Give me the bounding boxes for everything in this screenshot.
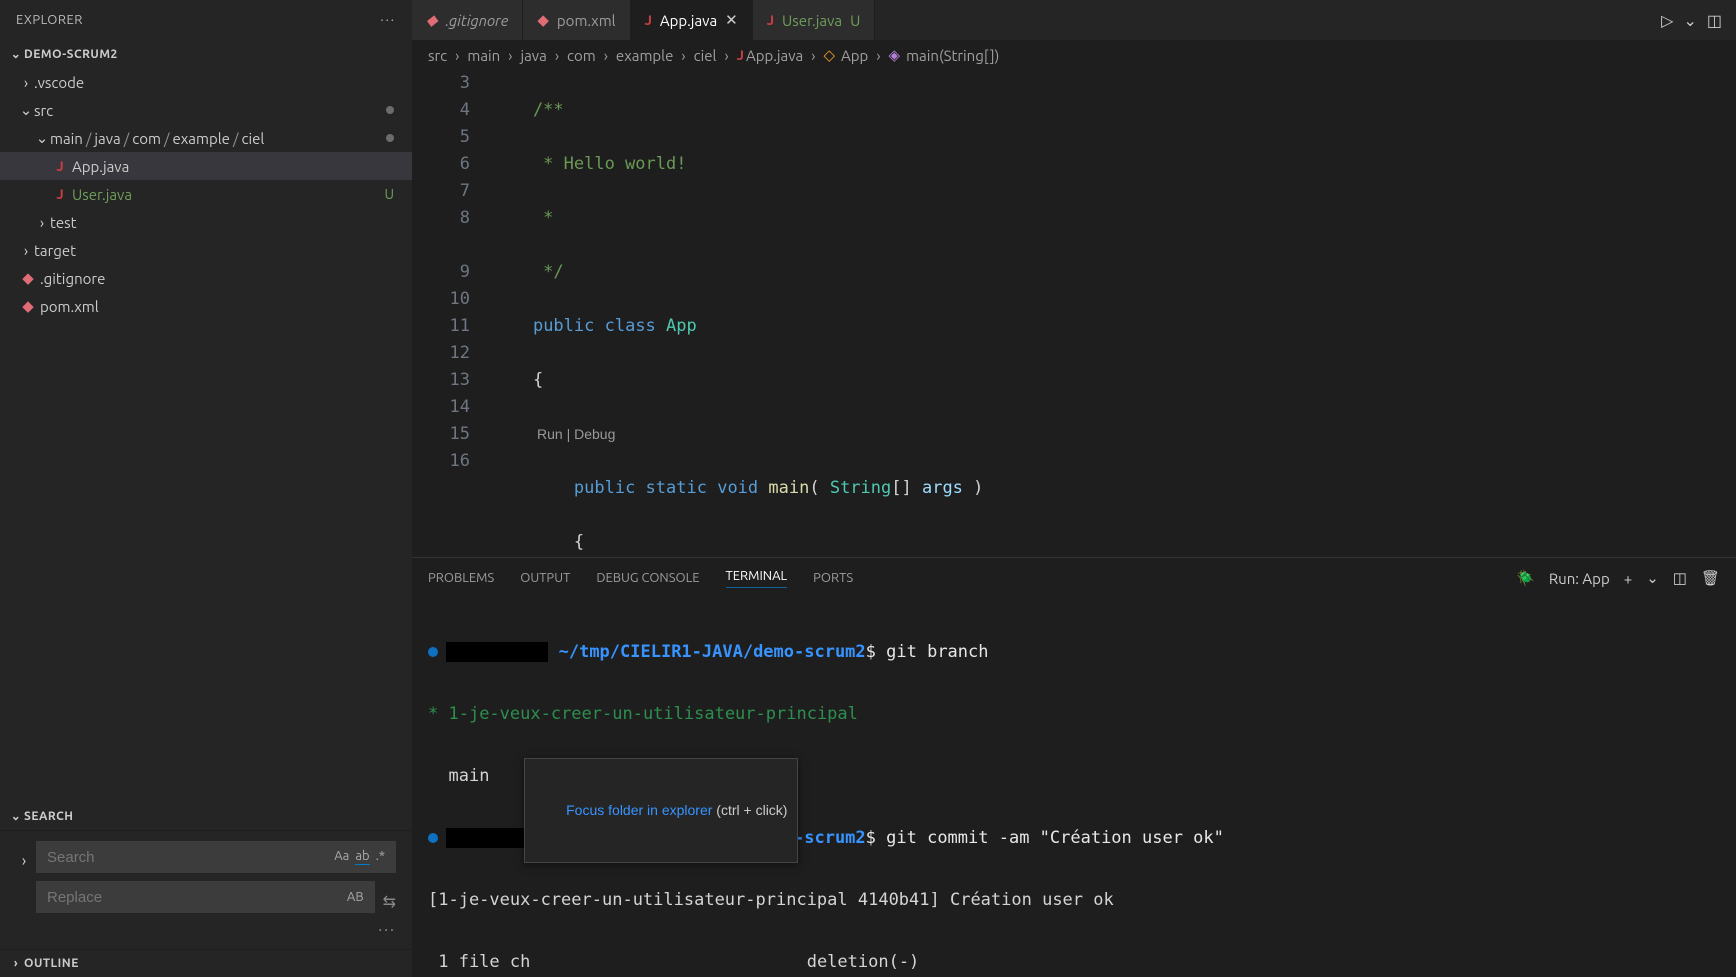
project-name: DEMO-SCRUM2	[24, 48, 118, 61]
breadcrumbs[interactable]: src› main› java› com› example› ciel› J A…	[412, 40, 1736, 70]
main-area: ◆ .gitignore ◆ pom.xml J App.java ✕ J Us…	[412, 0, 1736, 977]
bottom-panel: PROBLEMS OUTPUT DEBUG CONSOLE TERMINAL P…	[412, 557, 1736, 977]
chevron-down-icon: ⌄	[34, 129, 50, 147]
java-file-icon: J	[645, 12, 652, 28]
terminal[interactable]: xxxxxxxxxx ~/tmp/CIELIR1-JAVA/demo-scrum…	[412, 598, 1736, 977]
tree-folder-test[interactable]: › test	[0, 208, 412, 236]
maven-file-icon: ◆	[18, 297, 38, 315]
chevron-right-icon: ›	[34, 214, 50, 231]
tooltip: Focus folder in explorer (ctrl + click)	[524, 758, 798, 863]
search-title: SEARCH	[24, 810, 74, 823]
panel-tab-problems[interactable]: PROBLEMS	[428, 571, 494, 585]
tree-file-gitignore[interactable]: ◆ .gitignore	[0, 264, 412, 292]
tree-file-pom[interactable]: ◆ pom.xml	[0, 292, 412, 320]
compact-path: main/java/com/example/ciel	[50, 130, 386, 147]
class-symbol-icon: ◇	[823, 46, 835, 64]
java-file-icon: J	[50, 186, 70, 202]
replace-input[interactable]	[47, 889, 347, 906]
replace-all-icon[interactable]: ⇆	[383, 892, 396, 911]
panel-actions: 🪲 Run: App + ⌄ ◫ 🗑	[1516, 569, 1720, 587]
explorer-header: EXPLORER ···	[0, 0, 412, 40]
trash-icon[interactable]: 🗑	[1701, 569, 1720, 587]
outline-title: OUTLINE	[24, 957, 79, 970]
preserve-case-toggle[interactable]: AB	[347, 890, 364, 904]
match-case-toggle[interactable]: Aa	[334, 849, 349, 865]
add-terminal-icon[interactable]: +	[1624, 570, 1632, 587]
run-task-label[interactable]: Run: App	[1549, 570, 1610, 587]
gitignore-file-icon: ◆	[18, 269, 38, 287]
terminal-dropdown-icon[interactable]: ⌄	[1646, 569, 1659, 587]
modified-dot-icon	[386, 134, 394, 142]
debug-icon[interactable]: 🪲	[1516, 569, 1535, 587]
tree-folder-main-path[interactable]: ⌄ main/java/com/example/ciel	[0, 124, 412, 152]
tree-folder-src[interactable]: ⌄ src	[0, 96, 412, 124]
chevron-down-icon: ⌄	[8, 809, 24, 823]
search-input-wrap: Aa ab .*	[36, 841, 396, 873]
whole-word-toggle[interactable]: ab	[355, 849, 369, 865]
panel-tab-debug[interactable]: DEBUG CONSOLE	[596, 571, 699, 585]
split-terminal-icon[interactable]: ◫	[1673, 569, 1687, 587]
gitignore-file-icon: ◆	[426, 11, 438, 29]
project-section[interactable]: ⌄ DEMO-SCRUM2	[0, 40, 412, 68]
tree-folder-target[interactable]: › target	[0, 236, 412, 264]
java-file-icon: J	[737, 47, 744, 63]
explorer-title: EXPLORER	[16, 13, 83, 27]
chevron-down-icon: ⌄	[8, 47, 24, 61]
search-panel: › Aa ab .* › AB ⇆ ···	[0, 830, 412, 949]
search-section[interactable]: ⌄ SEARCH	[0, 802, 412, 830]
tab-pom[interactable]: ◆ pom.xml	[523, 0, 630, 40]
prompt-dot-icon	[428, 833, 438, 843]
run-dropdown-icon[interactable]: ⌄	[1683, 11, 1696, 30]
chevron-right-icon: ›	[8, 957, 24, 970]
tree-folder-vscode[interactable]: › .vscode	[0, 68, 412, 96]
tab-bar: ◆ .gitignore ◆ pom.xml J App.java ✕ J Us…	[412, 0, 1736, 40]
java-file-icon: J	[767, 12, 774, 28]
search-input[interactable]	[47, 849, 334, 866]
tab-actions: ▷ ⌄ ◫	[1647, 0, 1736, 40]
regex-toggle[interactable]: .*	[376, 849, 385, 865]
git-untracked-badge: U	[384, 186, 394, 202]
codelens-run-debug[interactable]: Run | Debug	[492, 421, 1736, 448]
split-editor-icon[interactable]: ◫	[1707, 11, 1722, 30]
chevron-right-icon: ›	[18, 74, 34, 91]
method-symbol-icon: ◈	[889, 46, 901, 64]
panel-tab-output[interactable]: OUTPUT	[520, 571, 570, 585]
chevron-down-icon: ⌄	[18, 101, 34, 119]
sidebar: EXPLORER ··· ⌄ DEMO-SCRUM2 › .vscode ⌄ s…	[0, 0, 412, 977]
java-file-icon: J	[50, 158, 70, 174]
tab-gitignore[interactable]: ◆ .gitignore	[412, 0, 523, 40]
replace-input-wrap: AB	[36, 881, 375, 913]
panel-tab-ports[interactable]: PORTS	[813, 571, 853, 585]
panel-tabs: PROBLEMS OUTPUT DEBUG CONSOLE TERMINAL P…	[412, 558, 1736, 598]
tree-file-app[interactable]: J App.java	[0, 152, 412, 180]
code-editor[interactable]: 3 4 5 6 7 8 9 10 11 12 13 14 15 16 /** *…	[412, 70, 1736, 557]
chevron-right-icon[interactable]: ›	[16, 852, 32, 870]
outline-section[interactable]: › OUTLINE	[0, 949, 412, 977]
tab-user[interactable]: J User.java U	[753, 0, 876, 40]
run-icon[interactable]: ▷	[1661, 11, 1673, 30]
more-icon[interactable]: ···	[380, 13, 396, 27]
search-more-icon[interactable]: ···	[16, 921, 396, 939]
panel-tab-terminal[interactable]: TERMINAL	[726, 569, 788, 588]
maven-file-icon: ◆	[537, 11, 549, 29]
tab-app[interactable]: J App.java ✕	[631, 0, 753, 40]
modified-dot-icon	[386, 106, 394, 114]
search-options: Aa ab .*	[334, 849, 385, 865]
git-untracked-badge: U	[850, 12, 860, 29]
chevron-right-icon: ›	[18, 242, 34, 259]
close-icon[interactable]: ✕	[725, 11, 738, 29]
tree-file-user[interactable]: J User.java U	[0, 180, 412, 208]
code-content[interactable]: /** * Hello world! * */ public class App…	[492, 70, 1736, 557]
prompt-dot-icon	[428, 647, 438, 657]
file-tree: › .vscode ⌄ src ⌄ main/java/com/example/…	[0, 68, 412, 802]
gutter: 3 4 5 6 7 8 9 10 11 12 13 14 15 16	[412, 70, 492, 557]
